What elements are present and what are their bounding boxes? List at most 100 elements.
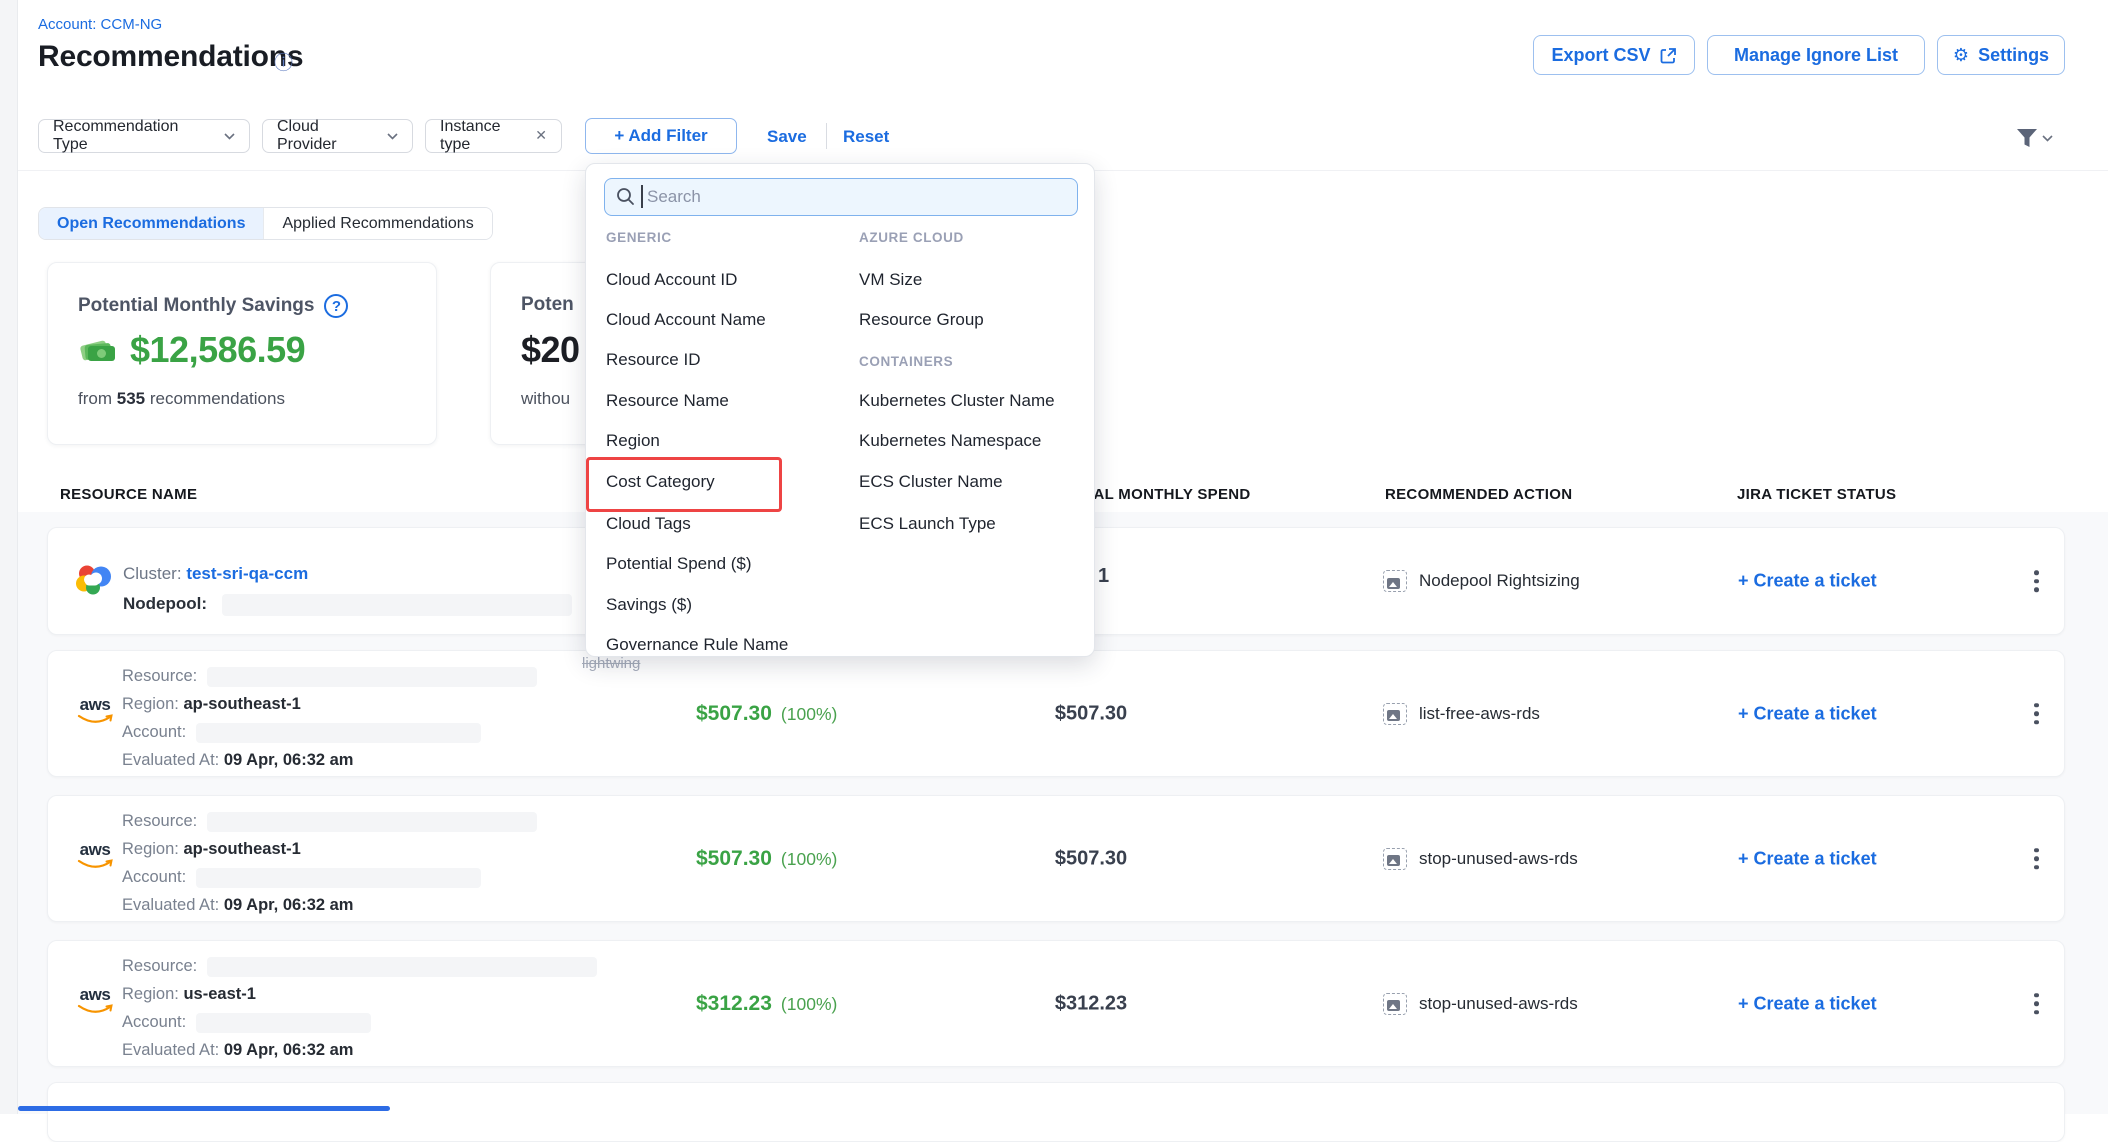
section-header-containers: CONTAINERS <box>859 354 953 369</box>
table-row[interactable]: aws Resource: Region: ap-southeast-1 Acc… <box>47 650 2065 777</box>
search-icon <box>616 187 635 206</box>
total-monthly-spend-value: $507.30 <box>1006 847 1176 870</box>
evaluated-at-label: Evaluated At: <box>122 896 219 914</box>
region-value: us-east-1 <box>183 985 255 1003</box>
subtitle-suffix: recommendations <box>145 389 285 408</box>
filter-option-kubernetes-namespace[interactable]: Kubernetes Namespace <box>859 428 1041 454</box>
filter-chip-label: Recommendation Type <box>53 118 214 154</box>
savings-card-value: $12,586.59 <box>130 329 305 371</box>
recommendations-tabs: Open Recommendations Applied Recommendat… <box>38 207 493 240</box>
evaluated-at-value: 09 Apr, 06:32 am <box>224 896 354 914</box>
filter-option-ecs-launch-type[interactable]: ECS Launch Type <box>859 511 996 537</box>
spend-card-value-partial: $20 <box>521 329 580 371</box>
filter-option-cost-category[interactable]: Cost Category <box>606 469 715 495</box>
row-menu-kebab-icon[interactable] <box>2028 987 2045 1021</box>
filter-chip-label: Cloud Provider <box>277 118 377 154</box>
page-title: Recommendations <box>38 40 303 74</box>
table-row[interactable]: aws Resource: Region: us-east-1 Account:… <box>47 940 2065 1067</box>
filter-option-resource-name[interactable]: Resource Name <box>606 388 729 414</box>
manage-ignore-list-button[interactable]: Manage Ignore List <box>1707 35 1925 75</box>
row-menu-kebab-icon[interactable] <box>2028 564 2045 598</box>
create-ticket-link[interactable]: + Create a ticket <box>1738 993 1877 1014</box>
gear-icon: ⚙ <box>1953 45 1969 66</box>
resource-label: Resource: <box>122 957 197 975</box>
help-icon[interactable]: ? <box>324 294 348 318</box>
create-ticket-link[interactable]: + Create a ticket <box>1738 848 1877 869</box>
breadcrumb-account-link[interactable]: Account: CCM-NG <box>38 16 162 33</box>
filter-chip-instance-type[interactable]: Instance type ✕ <box>425 119 562 153</box>
filter-option-ecs-cluster-name[interactable]: ECS Cluster Name <box>859 469 1003 495</box>
cluster-name-link[interactable]: test-sri-qa-ccm <box>186 564 308 583</box>
redacted-value <box>207 667 537 687</box>
settings-button[interactable]: ⚙ Settings <box>1937 35 2065 75</box>
filter-panel-toggle[interactable] <box>2016 128 2053 149</box>
resource-label: Resource: <box>122 667 197 685</box>
aws-icon: aws <box>74 988 116 1020</box>
region-value: ap-southeast-1 <box>183 840 300 858</box>
recommendation-image-icon <box>1383 993 1407 1015</box>
row-menu-kebab-icon[interactable] <box>2028 842 2045 876</box>
spend-card-title-partial: Poten <box>521 294 574 316</box>
reset-filters-link[interactable]: Reset <box>843 127 889 147</box>
text-cursor <box>641 185 643 208</box>
tab-open-recommendations[interactable]: Open Recommendations <box>39 208 263 239</box>
potential-savings-value: $507.30 <box>696 847 772 871</box>
filter-option-vm-size[interactable]: VM Size <box>859 267 922 293</box>
region-label: Region: <box>122 840 179 858</box>
gcp-icon <box>74 563 112 600</box>
aws-icon: aws <box>74 698 116 730</box>
filter-option-cloud-tags[interactable]: Cloud Tags <box>606 511 691 537</box>
chevron-down-icon <box>224 133 235 140</box>
export-csv-label: Export CSV <box>1551 45 1650 66</box>
create-ticket-link[interactable]: + Create a ticket <box>1738 703 1877 724</box>
total-monthly-spend-value: $507.30 <box>1006 702 1176 725</box>
redacted-value <box>196 723 481 743</box>
info-icon[interactable]: ⓘ <box>274 48 293 75</box>
recommended-action-label: stop-unused-aws-rds <box>1419 849 1578 869</box>
money-icon <box>78 335 118 365</box>
search-input[interactable] <box>604 178 1078 216</box>
filter-option-kubernetes-cluster-name[interactable]: Kubernetes Cluster Name <box>859 388 1055 414</box>
export-csv-button[interactable]: Export CSV <box>1533 35 1695 75</box>
column-header-resource-name: RESOURCE NAME <box>60 486 197 503</box>
filter-option-cloud-account-id[interactable]: Cloud Account ID <box>606 267 737 293</box>
filter-option-potential-spend[interactable]: Potential Spend ($) <box>606 551 752 577</box>
filter-option-governance-rule-name[interactable]: Governance Rule Name <box>606 632 788 658</box>
filter-option-cloud-account-name[interactable]: Cloud Account Name <box>606 307 766 333</box>
cluster-label: Cluster: <box>123 564 182 583</box>
filter-option-resource-group[interactable]: Resource Group <box>859 307 984 333</box>
add-filter-button[interactable]: + Add Filter <box>585 118 737 154</box>
horizontal-scrollbar[interactable] <box>18 1106 390 1111</box>
tab-applied-recommendations[interactable]: Applied Recommendations <box>263 208 491 239</box>
redacted-value <box>196 1013 371 1033</box>
resource-label: Resource: <box>122 812 197 830</box>
create-ticket-link[interactable]: + Create a ticket <box>1738 571 1877 592</box>
table-row[interactable] <box>47 1082 2065 1142</box>
subtitle-prefix: from <box>78 389 117 408</box>
savings-card-subtitle: from 535 recommendations <box>78 389 285 409</box>
table-row[interactable]: aws Resource: Region: ap-southeast-1 Acc… <box>47 795 2065 922</box>
recommendation-count: 535 <box>117 389 145 408</box>
aws-icon: aws <box>74 843 116 875</box>
filter-option-resource-id[interactable]: Resource ID <box>606 347 700 373</box>
funnel-icon <box>2016 128 2038 149</box>
filter-chip-cloud-provider[interactable]: Cloud Provider <box>262 119 413 153</box>
recommendation-image-icon <box>1383 848 1407 870</box>
region-label: Region: <box>122 985 179 1003</box>
filter-chip-recommendation-type[interactable]: Recommendation Type <box>38 119 250 153</box>
redacted-value <box>196 868 481 888</box>
savings-card-title: Potential Monthly Savings <box>78 295 314 317</box>
potential-savings-percent: (100%) <box>781 849 837 870</box>
add-filter-label: + Add Filter <box>614 126 707 146</box>
section-header-generic: GENERIC <box>606 230 672 245</box>
filter-option-savings[interactable]: Savings ($) <box>606 592 692 618</box>
potential-savings-percent: (100%) <box>781 994 837 1015</box>
column-header-recommended-action: RECOMMENDED ACTION <box>1385 486 1572 503</box>
external-link-icon <box>1660 47 1677 64</box>
row-menu-kebab-icon[interactable] <box>2028 697 2045 731</box>
chevron-down-icon <box>2042 135 2053 142</box>
close-icon[interactable]: ✕ <box>535 128 547 144</box>
filter-option-region[interactable]: Region <box>606 428 660 454</box>
save-filters-link[interactable]: Save <box>767 127 807 147</box>
region-value: ap-southeast-1 <box>183 695 300 713</box>
